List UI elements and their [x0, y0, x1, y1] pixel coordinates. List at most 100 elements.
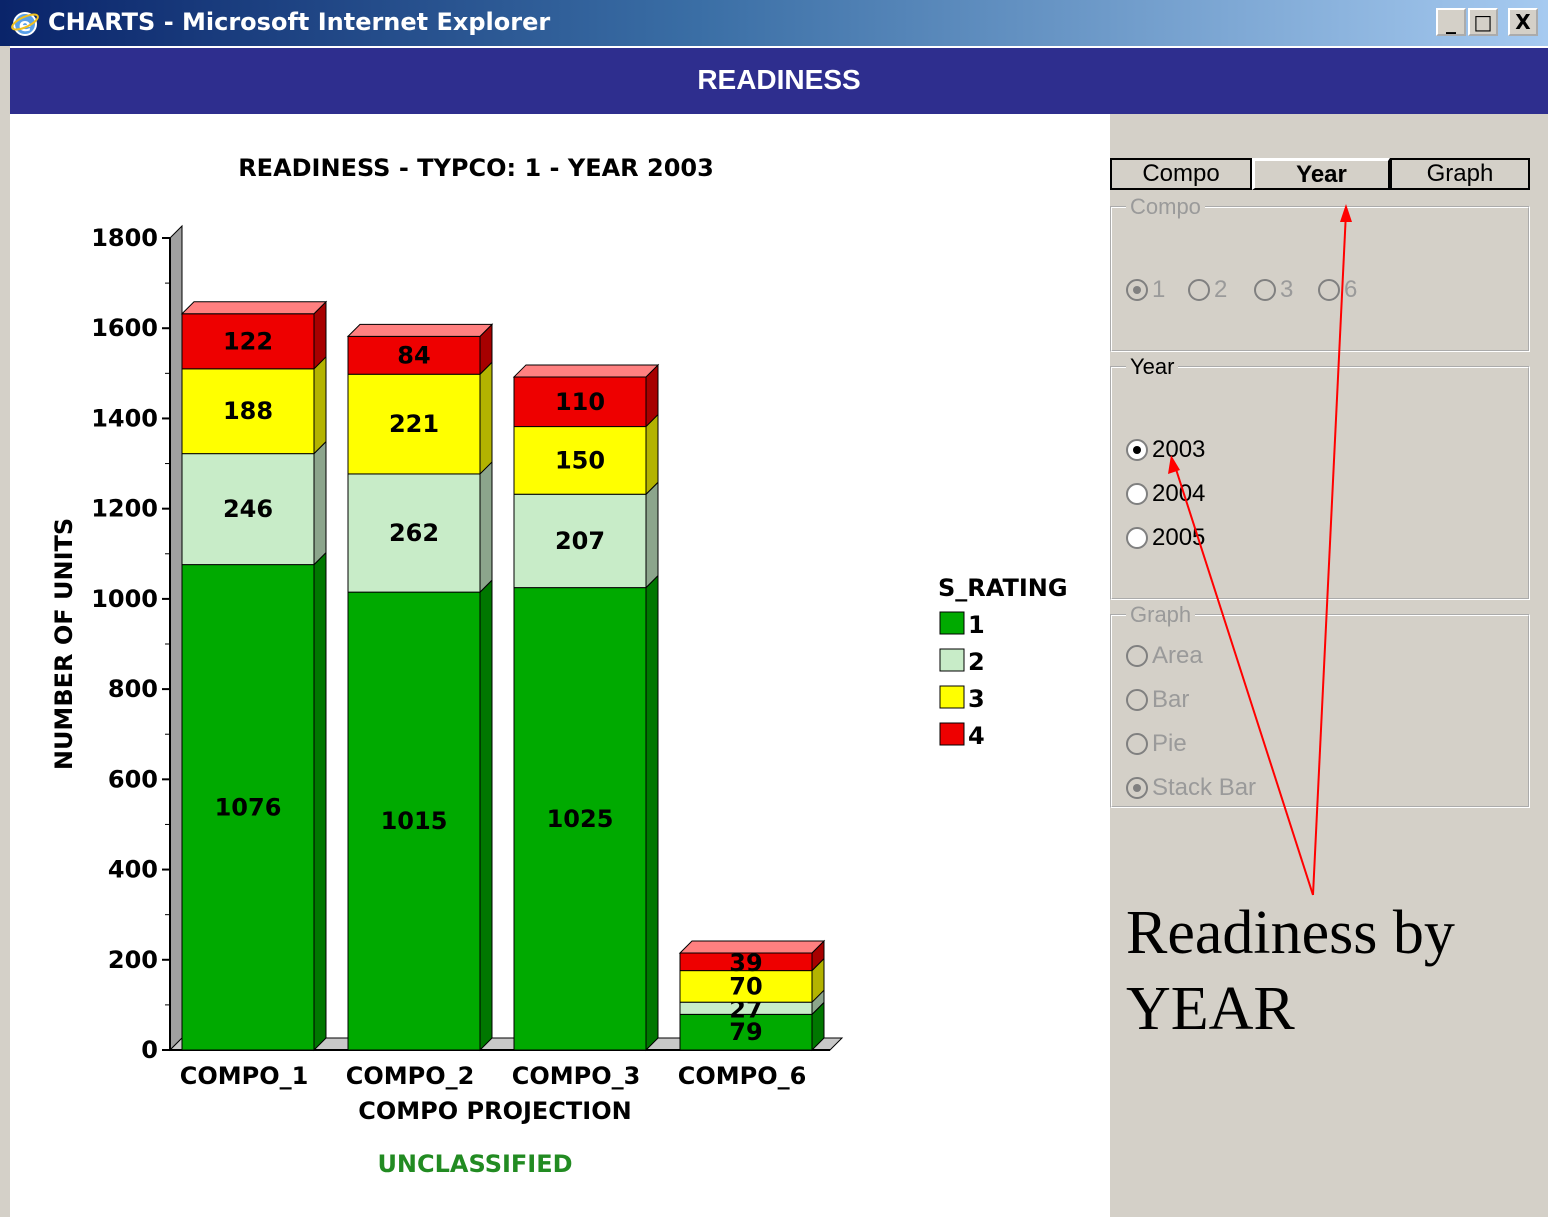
radio-selected-icon	[1126, 279, 1148, 301]
bar-segment-side	[479, 578, 493, 1052]
graph-option-pie[interactable]: Pie	[1126, 730, 1187, 758]
y-tick-label: 1200	[91, 495, 158, 523]
radio-icon	[1254, 279, 1276, 301]
graph-option-label: Area	[1152, 642, 1203, 669]
year-option-2003[interactable]: 2003	[1126, 436, 1205, 464]
data-label: 1015	[381, 807, 448, 835]
bar-segment-side	[645, 481, 659, 589]
data-label: 262	[389, 519, 439, 547]
compo-group: Compo 1 2 3 6	[1110, 194, 1530, 352]
y-tick-label: 200	[108, 946, 158, 974]
y-tick-label: 1000	[91, 585, 158, 613]
bar-segment-side	[313, 551, 327, 1052]
year-group: Year 2003 2004 2005	[1110, 354, 1530, 600]
tab-compo[interactable]: Compo	[1110, 158, 1252, 190]
bar-segment-side	[645, 413, 659, 496]
radio-icon	[1126, 483, 1148, 505]
data-label: 246	[223, 495, 273, 523]
y-tick-label: 600	[108, 765, 158, 793]
y-axis-title: NUMBER OF UNITS	[50, 518, 78, 770]
control-panel: Compo Year Graph Compo 1 2 3 6 Year 2003…	[1110, 114, 1548, 1217]
graph-option-area[interactable]: Area	[1126, 642, 1203, 670]
compo-option-label: 2	[1214, 276, 1228, 303]
compo-option-1[interactable]: 1	[1126, 276, 1165, 304]
window-title: CHARTS - Microsoft Internet Explorer	[48, 8, 551, 36]
year-option-2005[interactable]: 2005	[1126, 524, 1205, 552]
y-tick-label: 1600	[91, 314, 158, 342]
year-option-2004[interactable]: 2004	[1126, 480, 1205, 508]
radio-icon	[1126, 733, 1148, 755]
data-label: 1076	[215, 793, 282, 821]
chart-title: READINESS - TYPCO: 1 - YEAR 2003	[238, 154, 714, 182]
x-tick-label: COMPO_3	[512, 1062, 641, 1090]
legend-swatch	[939, 611, 965, 635]
y-tick-label: 400	[108, 856, 158, 884]
graph-option-bar[interactable]: Bar	[1126, 686, 1189, 714]
legend-label: 2	[968, 648, 985, 676]
radio-selected-icon	[1126, 777, 1148, 799]
graph-group-legend: Graph	[1126, 602, 1196, 628]
close-button[interactable]: X	[1508, 8, 1538, 36]
bar-segment-side	[479, 361, 493, 476]
legend-swatch	[939, 648, 965, 672]
compo-option-label: 3	[1280, 276, 1294, 303]
x-tick-label: COMPO_6	[678, 1062, 807, 1090]
x-tick-label: COMPO_1	[180, 1062, 309, 1090]
graph-option-label: Pie	[1152, 730, 1187, 757]
bar-top	[512, 364, 660, 378]
x-tick-label: COMPO_2	[346, 1062, 475, 1090]
year-group-legend: Year	[1126, 354, 1179, 380]
graph-option-label: Stack Bar	[1152, 774, 1257, 801]
graph-option-stack-bar[interactable]: Stack Bar	[1126, 774, 1256, 802]
graph-group: Graph Area Bar Pie Stack Bar	[1110, 602, 1530, 808]
year-option-label: 2003	[1152, 436, 1206, 463]
compo-option-label: 1	[1152, 276, 1166, 303]
legend-label: 1	[968, 611, 985, 639]
chart-area: 0 200 400 600 800 1000 1200 1400 1600 1800 READINE…	[10, 114, 1110, 1217]
radio-selected-icon	[1126, 439, 1148, 461]
annotation-text: Readiness by YEAR	[1126, 895, 1455, 1047]
tab-graph[interactable]: Graph	[1390, 158, 1530, 190]
data-label: 221	[389, 410, 439, 438]
radio-icon	[1126, 645, 1148, 667]
y-tick-label: 1800	[91, 224, 158, 252]
compo-option-6[interactable]: 6	[1318, 276, 1357, 304]
maximize-button[interactable]: □	[1468, 8, 1498, 36]
x-axis-title: COMPO PROJECTION	[358, 1097, 631, 1125]
data-label: 39	[729, 949, 762, 977]
compo-option-2[interactable]: 2	[1188, 276, 1227, 304]
data-label: 122	[223, 327, 273, 355]
bar-segment-side	[313, 355, 327, 455]
data-label: 1025	[547, 805, 614, 833]
radio-icon	[1126, 527, 1148, 549]
bar-segment-side	[645, 574, 659, 1052]
annotation-line-2: YEAR	[1126, 975, 1295, 1043]
legend-title: S_RATING	[938, 574, 1068, 602]
bar-segment-side	[313, 440, 327, 566]
bar-segment-side	[479, 460, 493, 594]
data-label: 110	[555, 388, 605, 416]
page-header: READINESS	[10, 48, 1548, 114]
radio-icon	[1318, 279, 1340, 301]
close-icon: X	[1515, 10, 1531, 34]
page-title: READINESS	[697, 64, 861, 95]
y-tick-label: 800	[108, 675, 158, 703]
y-tick-label: 1400	[91, 404, 158, 432]
graph-option-label: Bar	[1152, 686, 1190, 713]
radio-icon	[1126, 689, 1148, 711]
legend-swatch	[939, 685, 965, 709]
maximize-icon: □	[1473, 10, 1493, 34]
chart-side-wall	[169, 224, 183, 1052]
annotation-line-1: Readiness by	[1126, 899, 1455, 967]
tab-year[interactable]: Year	[1252, 158, 1390, 190]
legend-swatch	[939, 722, 965, 746]
compo-group-legend: Compo	[1126, 194, 1205, 220]
bar-top	[346, 323, 494, 337]
legend-label: 3	[968, 685, 985, 713]
y-tick-label: 0	[141, 1036, 158, 1064]
compo-option-3[interactable]: 3	[1254, 276, 1293, 304]
data-label: 188	[223, 397, 273, 425]
year-option-label: 2005	[1152, 524, 1206, 551]
data-label: 150	[555, 446, 605, 474]
minimize-button[interactable]: _	[1436, 8, 1466, 36]
